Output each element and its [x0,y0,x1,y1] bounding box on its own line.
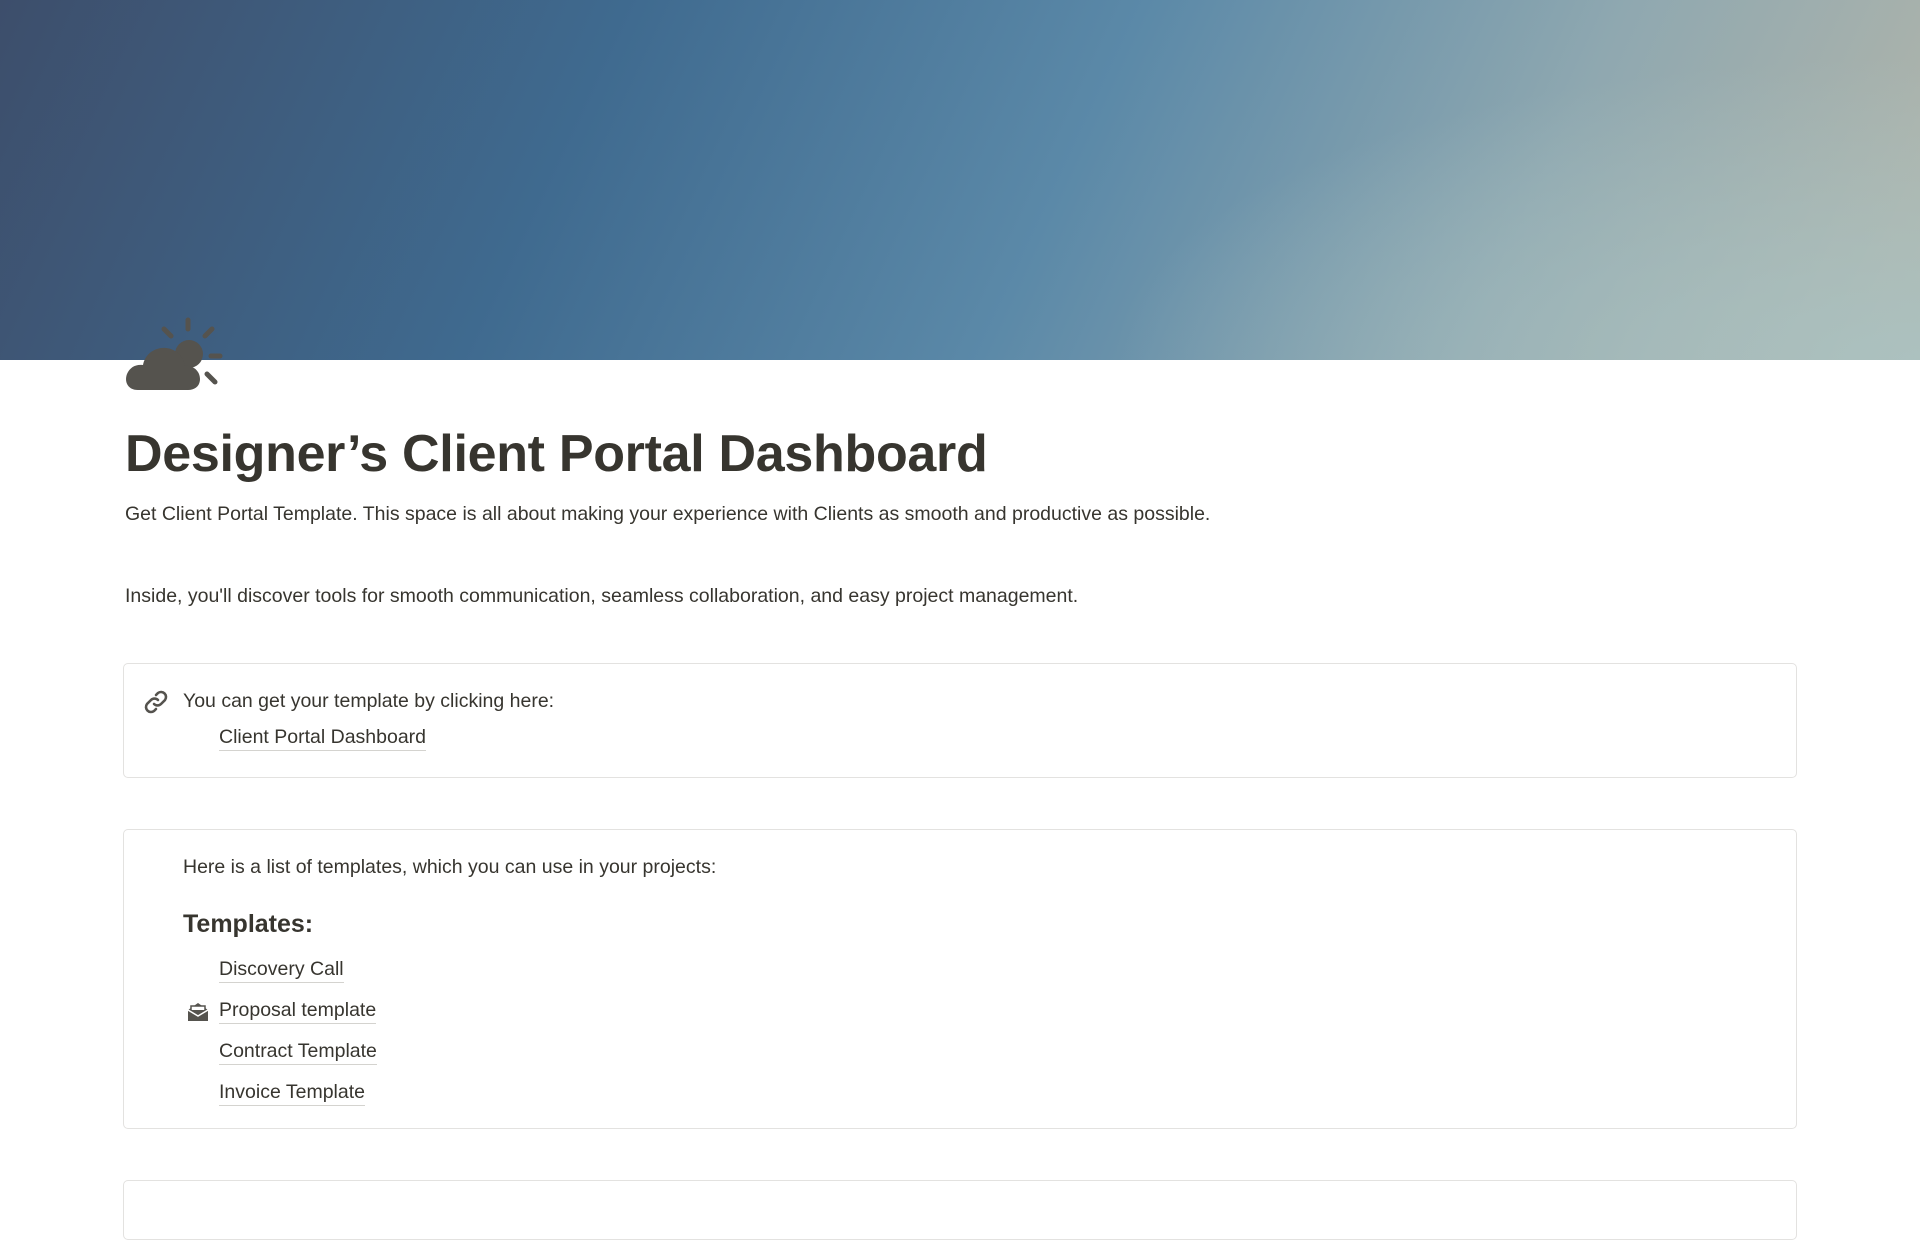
callout-text: You can get your template by clicking he… [183,690,555,712]
intro-paragraph-2: Inside, you'll discover tools for smooth… [125,585,1079,607]
list-item: Invoice Template [124,1075,724,1109]
template-link-callout: You can get your template by clicking he… [123,663,1797,778]
link-icon[interactable] [142,688,170,716]
discovery-call-link[interactable]: Discovery Call [219,958,344,983]
client-portal-dashboard-link[interactable]: Client Portal Dashboard [219,726,427,751]
cloud-sun-icon[interactable] [124,316,230,392]
open-envelope-icon [186,1000,210,1024]
proposal-template-link[interactable]: Proposal template [219,999,377,1024]
templates-heading: Templates: [183,910,314,938]
contract-template-link[interactable]: Contract Template [219,1040,377,1065]
page-cover [0,0,1920,360]
templates-callout: Here is a list of templates, which you c… [123,829,1797,1129]
intro-paragraph-1: Get Client Portal Template. This space i… [125,503,1211,525]
next-callout [123,1180,1797,1240]
invoice-template-link[interactable]: Invoice Template [219,1081,365,1106]
callout-text: Here is a list of templates, which you c… [183,856,717,878]
list-item: Proposal template [124,993,724,1027]
page-title: Designer’s Client Portal Dashboard [125,425,988,483]
list-item: Contract Template [124,1034,724,1068]
list-item: Discovery Call [124,952,724,986]
